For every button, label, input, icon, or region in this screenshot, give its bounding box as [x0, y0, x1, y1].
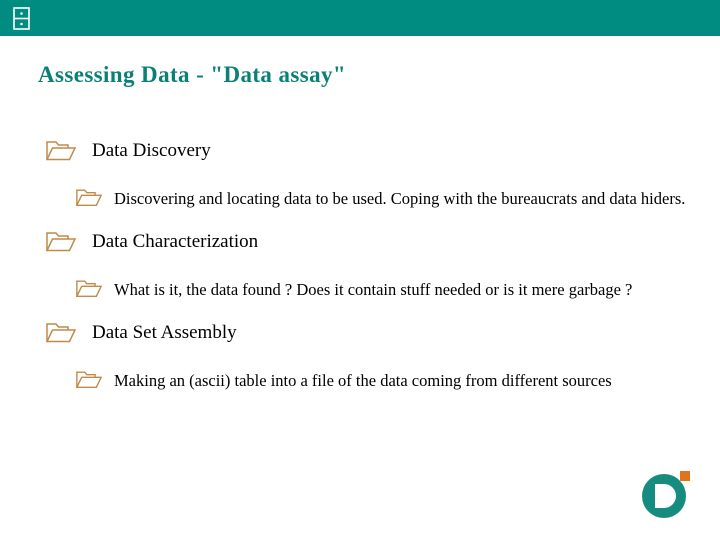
bullet-spacer [0, 308, 720, 320]
bullet-text: Making an (ascii) table into a file of t… [114, 371, 612, 390]
bullet-text: Discovering and locating data to be used… [114, 189, 686, 208]
bullet-spacer [0, 217, 720, 229]
folder-icon [45, 322, 77, 351]
page-title: Assessing Data - "Data assay" [38, 62, 347, 87]
bullet-text: Data Set Assembly [92, 322, 237, 343]
bullet-level2: Discovering and locating data to be used… [75, 186, 714, 214]
d-circle-logo [640, 466, 694, 520]
folder-icon [45, 140, 77, 169]
bullet-level2: Making an (ascii) table into a file of t… [75, 368, 714, 396]
bullet-level2: What is it, the data found ? Does it con… [75, 277, 714, 305]
folder-icon [75, 188, 103, 214]
folder-icon [75, 370, 103, 396]
bullet-spacer [0, 261, 720, 277]
header-bar [0, 0, 720, 36]
bullet-spacer [0, 352, 720, 368]
bullet-text: What is it, the data found ? Does it con… [114, 280, 633, 299]
folder-icon [75, 279, 103, 305]
slide-body: Data Discovery Discovering and locating … [0, 138, 720, 399]
folder-icon [45, 231, 77, 260]
bullet-spacer [0, 170, 720, 186]
bullet-level1: Data Characterization [45, 229, 720, 255]
bullet-level1: Data Discovery [45, 138, 720, 164]
file-cabinet-icon [13, 7, 30, 30]
bullet-level1: Data Set Assembly [45, 320, 720, 346]
bullet-text: Data Discovery [92, 140, 211, 161]
bullet-text: Data Characterization [92, 231, 259, 252]
